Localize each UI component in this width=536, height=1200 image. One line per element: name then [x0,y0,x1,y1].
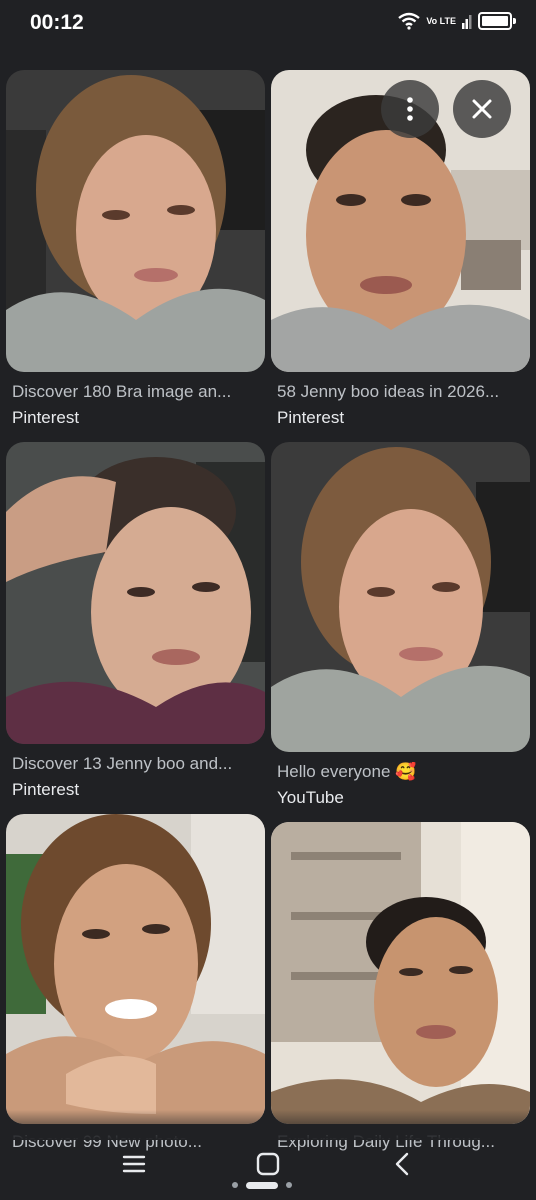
menu-button[interactable] [122,1154,146,1179]
menu-icon [122,1155,146,1173]
close-icon [472,99,492,119]
result-title-4[interactable]: Hello everyone 🥰 [277,762,527,782]
back-icon [395,1152,409,1176]
bottom-fade [0,1110,536,1140]
result-source-1: Pinterest [12,408,80,427]
result-image-4[interactable] [271,442,530,752]
signal-icon [462,15,472,29]
page-indicator [232,1181,304,1189]
more-options-button[interactable] [381,80,439,138]
battery-icon [478,12,512,30]
result-source-4: YouTube [277,788,344,807]
page-dot [286,1182,292,1188]
battery-tip [513,18,516,24]
result-title-3[interactable]: Discover 13 Jenny boo and... [12,754,262,774]
navigation-bar [0,1140,536,1200]
result-source-3: Pinterest [12,780,80,799]
result-image-3[interactable] [6,442,265,744]
result-title-1[interactable]: Discover 180 Bra image an... [12,382,262,402]
result-image-1[interactable] [6,70,265,372]
home-button[interactable] [256,1152,280,1181]
result-image-5[interactable] [6,814,265,1124]
result-image-6[interactable] [271,822,530,1124]
page-dot [232,1182,238,1188]
back-button[interactable] [394,1152,410,1181]
wifi-icon [398,12,421,30]
status-icons: Vo LTE [398,12,516,30]
volte-indicator: Vo LTE [426,15,456,26]
status-time: 00:12 [30,11,84,34]
page-dot-active [246,1181,278,1189]
status-bar: 00:12 Vo LTE [0,0,536,48]
close-button[interactable] [453,80,511,138]
more-vert-icon [407,97,413,121]
result-title-2[interactable]: 58 Jenny boo ideas in 2026... [277,382,527,402]
home-icon [256,1152,280,1176]
result-source-2: Pinterest [277,408,345,427]
